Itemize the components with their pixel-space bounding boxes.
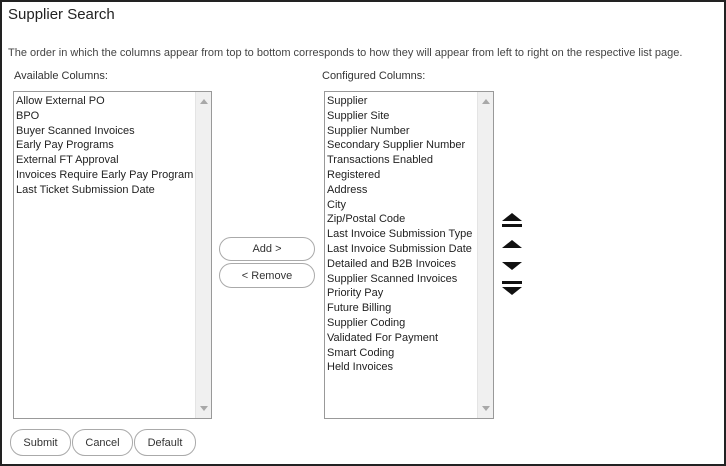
available-columns-label: Available Columns:: [14, 70, 108, 82]
list-item[interactable]: Supplier Number: [327, 124, 493, 139]
remove-button[interactable]: < Remove: [219, 263, 315, 288]
list-item[interactable]: Address: [327, 183, 493, 198]
list-item[interactable]: Registered: [327, 168, 493, 183]
list-item[interactable]: Last Ticket Submission Date: [16, 183, 211, 198]
cancel-button[interactable]: Cancel: [72, 429, 133, 456]
available-columns-list[interactable]: Allow External PO BPO Buyer Scanned Invoic…: [13, 91, 212, 419]
scroll-down-icon[interactable]: [200, 406, 208, 411]
list-item[interactable]: Zip/Postal Code: [327, 212, 493, 227]
configured-columns-items: Supplier Supplier Site Supplier Number Seco…: [325, 92, 493, 375]
page-title: Supplier Search: [8, 6, 115, 23]
page-description: The order in which the columns appear fr…: [8, 47, 683, 59]
move-to-bottom-icon[interactable]: [501, 281, 523, 299]
list-item[interactable]: External FT Approval: [16, 153, 211, 168]
submit-button[interactable]: Submit: [10, 429, 71, 456]
configured-columns-list[interactable]: Supplier Supplier Site Supplier Number Seco…: [324, 91, 494, 419]
move-up-icon[interactable]: [501, 238, 523, 256]
list-item[interactable]: Supplier Scanned Invoices: [327, 272, 493, 287]
list-item[interactable]: Supplier Site: [327, 109, 493, 124]
list-item[interactable]: Detailed and B2B Invoices: [327, 257, 493, 272]
move-down-icon[interactable]: [501, 260, 523, 278]
list-item[interactable]: Last Invoice Submission Date: [327, 242, 493, 257]
list-item[interactable]: Secondary Supplier Number: [327, 138, 493, 153]
list-item[interactable]: BPO: [16, 109, 211, 124]
scroll-down-icon[interactable]: [482, 406, 490, 411]
list-item[interactable]: Invoices Require Early Pay Program: [16, 168, 211, 183]
list-item[interactable]: Transactions Enabled: [327, 153, 493, 168]
configured-scrollbar[interactable]: [477, 92, 493, 418]
scroll-up-icon[interactable]: [482, 99, 490, 104]
list-item[interactable]: Early Pay Programs: [16, 138, 211, 153]
list-item[interactable]: Validated For Payment: [327, 331, 493, 346]
available-scrollbar[interactable]: [195, 92, 211, 418]
list-item[interactable]: Smart Coding: [327, 346, 493, 361]
list-item[interactable]: City: [327, 198, 493, 213]
available-columns-items: Allow External PO BPO Buyer Scanned Invoic…: [14, 92, 211, 198]
list-item[interactable]: Future Billing: [327, 301, 493, 316]
list-item[interactable]: Buyer Scanned Invoices: [16, 124, 211, 139]
move-to-top-icon[interactable]: [501, 213, 523, 231]
list-item[interactable]: Supplier Coding: [327, 316, 493, 331]
add-button[interactable]: Add >: [219, 237, 315, 261]
list-item[interactable]: Allow External PO: [16, 94, 211, 109]
configured-columns-label: Configured Columns:: [322, 70, 426, 82]
scroll-up-icon[interactable]: [200, 99, 208, 104]
list-item[interactable]: Held Invoices: [327, 360, 493, 375]
list-item[interactable]: Supplier: [327, 94, 493, 109]
default-button[interactable]: Default: [134, 429, 196, 456]
list-item[interactable]: Priority Pay: [327, 286, 493, 301]
list-item[interactable]: Last Invoice Submission Type: [327, 227, 493, 242]
